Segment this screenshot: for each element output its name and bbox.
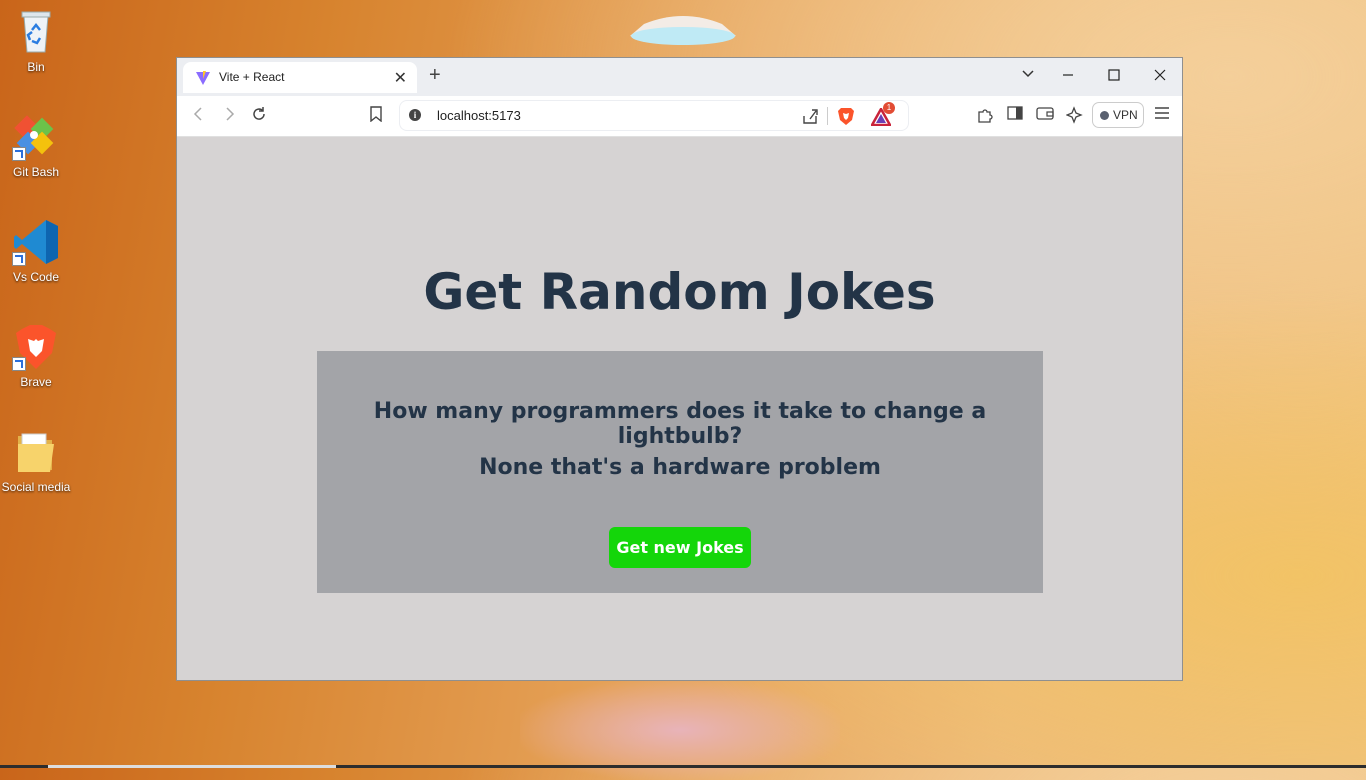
brave-rewards-icon[interactable]: 1 — [869, 102, 895, 131]
tab-search-chevron-icon[interactable] — [1017, 66, 1039, 88]
address-bar[interactable]: i localhost:5173 1 — [399, 100, 909, 131]
share-icon[interactable] — [801, 107, 819, 130]
page-title: Get Random Jokes — [423, 263, 936, 321]
brave-icon — [12, 323, 60, 371]
get-new-jokes-button[interactable]: Get new Jokes — [609, 527, 751, 568]
menu-hamburger-icon[interactable] — [1152, 106, 1172, 126]
shortcut-arrow-icon — [12, 147, 26, 161]
desktop-icon-brave[interactable]: Brave — [0, 323, 72, 389]
back-arrow-icon[interactable] — [189, 106, 209, 126]
tab-vite-react[interactable]: Vite + React ✕ — [183, 62, 417, 93]
desktop-icon-label: Social media — [1, 480, 71, 494]
tab-close-icon[interactable]: ✕ — [394, 68, 407, 88]
new-tab-button[interactable]: + — [429, 64, 441, 87]
browser-titlebar: Vite + React ✕ + — [177, 58, 1182, 96]
recycle-bin-icon — [12, 8, 60, 56]
vpn-status-icon — [1100, 111, 1109, 120]
desktop-icon-bin[interactable]: Bin — [0, 8, 72, 74]
maximize-button[interactable] — [1103, 66, 1125, 88]
brave-shields-icon[interactable] — [837, 106, 855, 131]
extensions-puzzle-icon[interactable] — [975, 106, 995, 126]
vpn-button[interactable]: VPN — [1092, 102, 1144, 128]
joke-card: How many programmers does it take to cha… — [317, 351, 1043, 593]
leo-ai-sparkle-icon[interactable] — [1065, 106, 1085, 126]
ceiling-lamp — [630, 16, 736, 45]
browser-toolbar: i localhost:5173 1 VPN — [177, 96, 1182, 137]
desktop-icon-label: Brave — [20, 375, 52, 389]
address-url: localhost:5173 — [437, 108, 521, 123]
wallet-icon[interactable] — [1035, 106, 1055, 126]
desktop-icon-label: Vs Code — [12, 270, 60, 284]
minimize-button[interactable] — [1057, 66, 1079, 88]
bookmark-icon[interactable] — [366, 106, 386, 126]
browser-window: Vite + React ✕ + i localhost:5173 1 VPN … — [176, 57, 1183, 681]
desktop-icon-label: Git Bash — [12, 165, 60, 179]
shortcut-arrow-icon — [12, 252, 26, 266]
folder-icon — [12, 428, 60, 476]
git-bash-icon — [12, 113, 60, 161]
close-window-button[interactable] — [1149, 66, 1171, 88]
desktop-icon-label: Bin — [27, 60, 45, 74]
forward-arrow-icon[interactable] — [219, 106, 239, 126]
divider — [827, 107, 828, 125]
desktop-icon-vscode[interactable]: Vs Code — [0, 218, 72, 284]
page-content: Get Random Jokes How many programmers do… — [177, 137, 1182, 680]
site-info-icon[interactable]: i — [409, 109, 421, 121]
tab-title: Vite + React — [219, 70, 285, 84]
reload-icon[interactable] — [249, 106, 269, 126]
joke-setup: How many programmers does it take to cha… — [373, 399, 987, 449]
sidebar-toggle-icon[interactable] — [1005, 106, 1025, 126]
joke-punchline: None that's a hardware problem — [479, 455, 881, 480]
rewards-badge: 1 — [883, 102, 895, 114]
vite-logo-icon — [196, 71, 210, 85]
desktop-icon-social-media[interactable]: Social media — [0, 428, 72, 494]
vscode-icon — [12, 218, 60, 266]
vpn-label: VPN — [1113, 108, 1138, 122]
shortcut-arrow-icon — [12, 357, 26, 371]
desktop-icon-git-bash[interactable]: Git Bash — [0, 113, 72, 179]
